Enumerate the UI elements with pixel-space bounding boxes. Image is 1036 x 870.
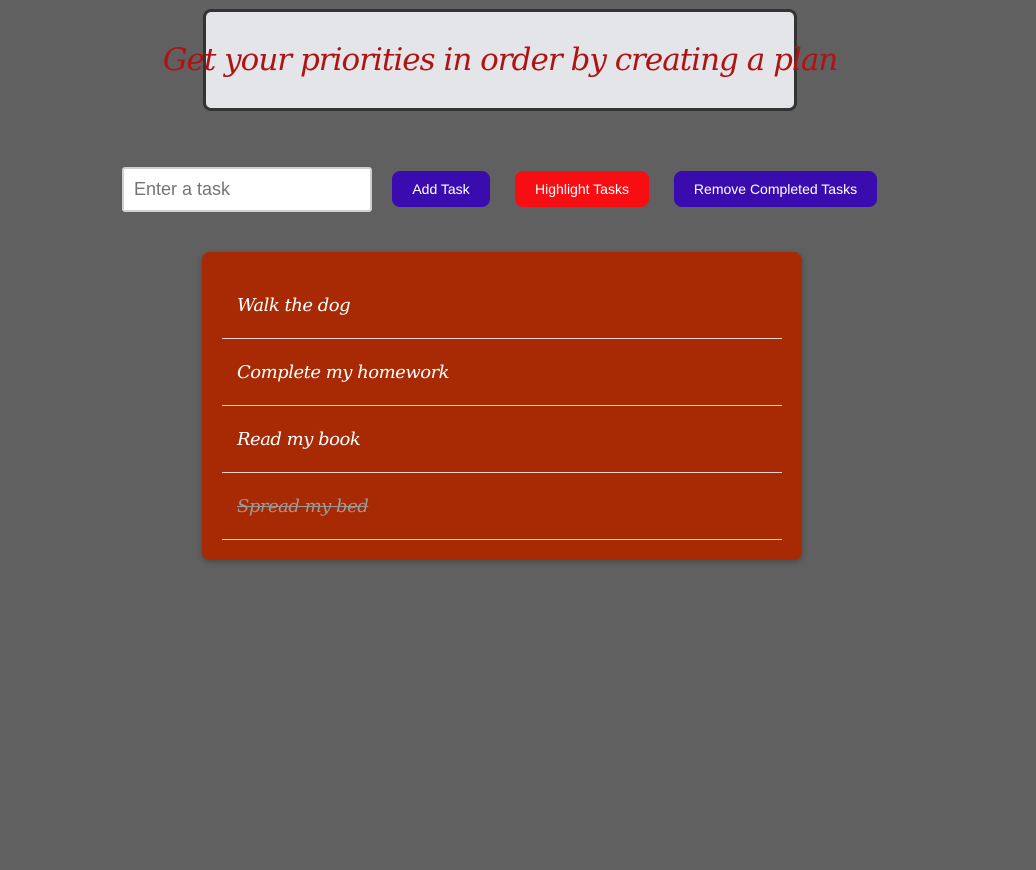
task-item[interactable]: Complete my homework (222, 339, 782, 406)
add-task-button[interactable]: Add Task (392, 171, 490, 207)
task-list: Walk the dog Complete my homework Read m… (222, 272, 782, 540)
page-title: Get your priorities in order by creating… (162, 42, 839, 78)
task-text: Spread my bed (237, 495, 369, 517)
task-input[interactable] (122, 167, 372, 212)
task-item[interactable]: Walk the dog (222, 272, 782, 339)
task-item[interactable]: Read my book (222, 406, 782, 473)
task-item[interactable]: Spread my bed (222, 473, 782, 540)
task-panel: Walk the dog Complete my homework Read m… (202, 252, 802, 560)
highlight-tasks-button[interactable]: Highlight Tasks (515, 171, 649, 207)
task-text: Complete my homework (237, 361, 450, 383)
task-text: Walk the dog (237, 294, 351, 316)
page: Get your priorities in order by creating… (0, 0, 1036, 870)
header-banner: Get your priorities in order by creating… (163, 9, 838, 111)
task-text: Read my book (237, 428, 361, 450)
remove-completed-tasks-button[interactable]: Remove Completed Tasks (674, 171, 877, 207)
task-controls: Add Task Highlight Tasks Remove Complete… (122, 167, 882, 212)
